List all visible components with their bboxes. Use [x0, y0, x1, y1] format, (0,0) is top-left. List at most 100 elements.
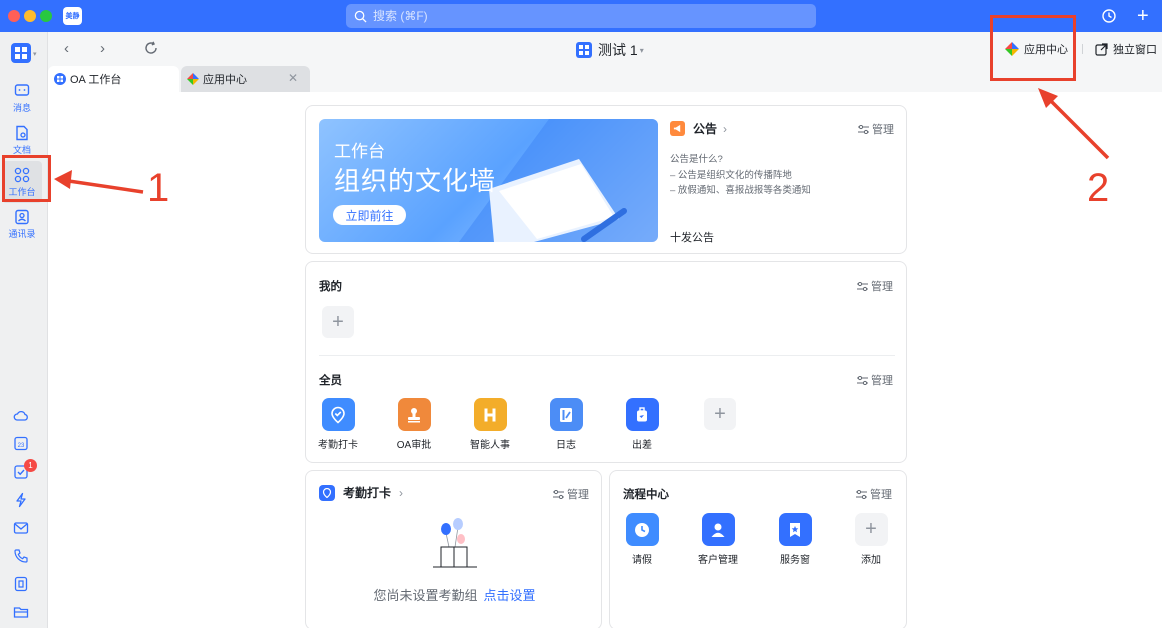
stamp-icon: [397, 398, 431, 431]
app-name: OA审批: [396, 440, 432, 451]
attendance-manage-button[interactable]: 管理: [553, 486, 589, 502]
divider: [1082, 44, 1083, 54]
phone-icon[interactable]: [13, 548, 29, 564]
attendance-card: 考勤打卡 › 管理 您尚未设置考勤组 点击设置: [305, 470, 602, 628]
manage-label: 管理: [567, 489, 589, 501]
close-icon[interactable]: ✕: [288, 71, 298, 85]
maximize-window-button[interactable]: [40, 10, 52, 22]
app-daily-log[interactable]: 日志: [536, 398, 596, 451]
title-bar: 美静 +: [0, 0, 1162, 32]
tab-oa-workbench[interactable]: OA 工作台: [48, 66, 179, 92]
close-window-button[interactable]: [8, 10, 20, 22]
location-check-icon: [319, 484, 335, 501]
app-smart-hr[interactable]: 智能人事: [460, 398, 520, 451]
all-manage-button[interactable]: 管理: [857, 372, 893, 388]
rail-item-label: 通讯录: [8, 228, 36, 239]
mine-section-title: 我的: [319, 281, 342, 293]
lightning-icon[interactable]: [13, 492, 29, 508]
standalone-label: 独立窗口: [1113, 44, 1157, 56]
culture-wall-banner[interactable]: 工作台 组织的文化墙 立即前往: [319, 119, 658, 242]
add-process-app-button[interactable]: + 添加: [841, 513, 901, 566]
gift-box-balloons-illustration: [433, 518, 477, 568]
back-icon[interactable]: ‹: [64, 40, 69, 57]
attendance-title-text: 考勤打卡: [343, 486, 392, 500]
calendar-day: 23: [18, 443, 25, 449]
log-book-icon: [549, 398, 583, 431]
manage-label: 管理: [871, 281, 893, 293]
customer-icon: [701, 513, 735, 546]
folder-icon[interactable]: [13, 604, 29, 620]
announcement-manage-button[interactable]: 管理: [858, 121, 894, 137]
history-icon[interactable]: [1101, 8, 1117, 24]
annotation-number-1: 1: [147, 166, 170, 210]
go-now-button[interactable]: 立即前往: [333, 205, 406, 225]
app-oa-approval[interactable]: OA审批: [384, 398, 444, 451]
rail-item-messages[interactable]: 消息: [2, 77, 42, 119]
tab-label: OA 工作台: [70, 74, 122, 86]
app-service-window[interactable]: 服务窗: [765, 513, 825, 566]
annotation-box-workbench: [2, 155, 51, 202]
standalone-window-button[interactable]: 独立窗口: [1095, 41, 1157, 57]
chevron-right-icon: ›: [723, 121, 728, 136]
tab-label: 应用中心: [203, 74, 247, 86]
announcement-desc-line: 公告是什么?: [670, 154, 723, 165]
mine-manage-button[interactable]: 管理: [857, 278, 893, 294]
message-icon: [14, 83, 30, 96]
app-customer-management[interactable]: 客户管理: [688, 513, 748, 566]
app-attendance[interactable]: 考勤打卡: [308, 398, 368, 451]
announcement-title[interactable]: 公告 ›: [670, 120, 727, 137]
add-all-app-button[interactable]: +: [704, 398, 736, 430]
announcement-desc-line: – 公告是组织文化的传播阵地: [670, 170, 792, 181]
tab-app-center[interactable]: 应用中心 ✕: [181, 66, 310, 92]
rail-item-label: 消息: [12, 102, 31, 113]
app-name: 服务窗: [780, 555, 810, 566]
org-avatar[interactable]: 美静: [63, 7, 82, 25]
app-name: 日志: [556, 440, 576, 451]
manage-label: 管理: [871, 375, 893, 387]
location-check-icon: [321, 398, 355, 431]
settings-sliders-icon: [857, 375, 868, 385]
add-mine-app-button[interactable]: +: [322, 306, 354, 338]
setup-link[interactable]: 点击设置: [484, 588, 536, 603]
new-plus-icon[interactable]: +: [1137, 6, 1149, 26]
rail-item-label: 文档: [12, 144, 31, 155]
chevron-right-icon: ›: [399, 485, 404, 500]
hr-icon: [473, 398, 507, 431]
search-input[interactable]: [373, 9, 773, 23]
announcement-desc-line: – 放假通知、喜报战报等各类通知: [670, 185, 811, 196]
app-name: 考勤打卡: [318, 440, 358, 451]
grid-icon: [15, 47, 27, 59]
workspace-switcher-button[interactable]: [11, 43, 31, 63]
wiki-icon[interactable]: [13, 576, 29, 592]
process-manage-button[interactable]: 管理: [856, 486, 892, 502]
app-business-trip[interactable]: 出差: [612, 398, 672, 451]
forward-icon[interactable]: ›: [100, 40, 105, 57]
search-bar[interactable]: [346, 4, 816, 28]
mail-icon[interactable]: [13, 520, 29, 536]
bookmark-star-icon: [778, 513, 812, 546]
app-name: 出差: [632, 440, 652, 451]
app-name: 请假: [632, 555, 652, 566]
contacts-icon: [15, 209, 29, 224]
minimize-window-button[interactable]: [24, 10, 36, 22]
search-icon: [354, 10, 367, 23]
attendance-empty-state: 您尚未设置考勤组 点击设置: [306, 585, 603, 604]
apps-card: 我的 管理 + 全员 管理 考勤打卡 OA审批 智能人事 日志 出差 +: [305, 261, 907, 463]
banner-announcement-card: 工作台 组织的文化墙 立即前往 公告 › 管理 公告是什么? – 公告是组织文化…: [305, 105, 907, 254]
refresh-icon[interactable]: [144, 41, 158, 55]
settings-sliders-icon: [858, 124, 869, 134]
rail-item-contacts[interactable]: 通讯录: [2, 203, 42, 245]
megaphone-icon: [670, 121, 685, 136]
external-window-icon: [1095, 42, 1108, 56]
page-title[interactable]: 测试 1 ▾: [576, 40, 644, 60]
cloud-drive-icon[interactable]: [13, 408, 29, 424]
app-leave[interactable]: 请假: [612, 513, 672, 566]
process-center-card: 流程中心 管理 请假 客户管理 服务窗 + 添加: [609, 470, 907, 628]
chevron-down-icon: ▾: [639, 45, 644, 55]
attendance-title[interactable]: 考勤打卡 ›: [319, 484, 403, 501]
post-announcement-button[interactable]: 十发公告: [670, 229, 714, 245]
banner-subtitle: 工作台: [334, 142, 385, 161]
calendar-icon[interactable]: 23: [13, 435, 29, 451]
docs-icon: [16, 125, 28, 140]
grid-icon: [576, 42, 592, 58]
